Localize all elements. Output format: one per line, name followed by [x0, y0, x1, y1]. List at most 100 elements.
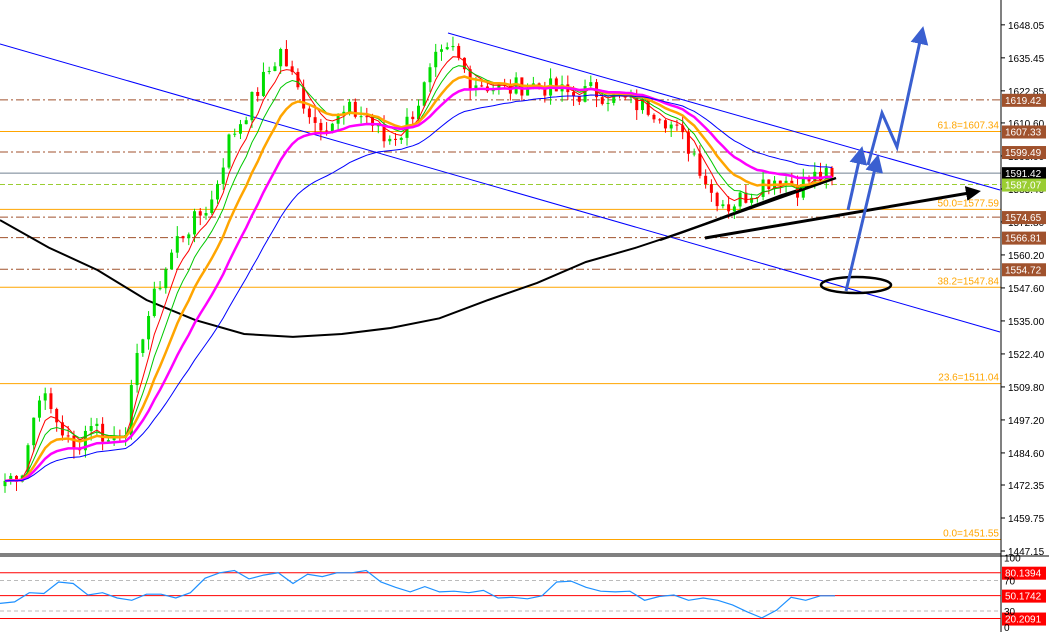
candle-body	[709, 184, 713, 193]
price-tag: 1599.49	[1005, 148, 1042, 159]
candle-body	[233, 133, 237, 135]
ma200-line	[0, 179, 831, 338]
candle-body	[692, 153, 696, 155]
candle-body	[227, 134, 231, 168]
candle-body	[66, 435, 70, 437]
candle-body	[204, 213, 208, 216]
price-chart[interactable]: 61.8=1607.34 50.0=1577.59 38.2=1547.84 23.6…	[0, 0, 1049, 632]
candle-body	[658, 119, 662, 121]
axis-tick-label: 1535.00	[1008, 317, 1045, 328]
candle-body	[141, 339, 145, 353]
candle-body	[577, 96, 581, 102]
candle-body	[325, 130, 329, 132]
candle-body	[451, 45, 455, 48]
candle-body	[152, 288, 156, 316]
axis-tick-label: 1522.40	[1008, 350, 1045, 361]
candle-body	[330, 123, 334, 132]
price-tag: 1554.72	[1005, 265, 1042, 276]
candle-body	[279, 49, 283, 67]
candle-body	[95, 423, 99, 426]
candle-body	[428, 67, 432, 83]
candle-body	[89, 425, 93, 431]
candle-body	[319, 122, 323, 131]
fib-level-label: 23.6=1511.04	[938, 373, 999, 384]
candle-body	[652, 114, 656, 120]
candle-body	[830, 167, 834, 177]
candle-body	[32, 417, 36, 446]
candle-body	[675, 124, 679, 126]
candle-body	[193, 211, 197, 235]
candle-body	[55, 408, 59, 423]
candle-body	[147, 315, 151, 340]
fib-level-label: 0.0=1451.55	[943, 528, 999, 539]
candle-body	[388, 138, 392, 142]
axis-tick-label: 1635.45	[1008, 54, 1045, 65]
candle-body	[445, 47, 449, 50]
candle-body	[158, 288, 162, 290]
candle-body	[250, 91, 254, 121]
candle-body	[727, 204, 731, 212]
rsi-tick-label: 70	[1004, 576, 1016, 587]
candle-body	[267, 70, 271, 72]
candle-body	[307, 108, 311, 118]
axis-tick-label: 1560.20	[1008, 251, 1045, 262]
bid-tag: 1591.42	[1005, 169, 1042, 180]
candle-body	[221, 167, 225, 184]
ask-tag: 1587.07	[1005, 181, 1042, 192]
candle-body	[72, 435, 76, 449]
candle-body	[244, 120, 248, 125]
ma200-polyline	[0, 179, 831, 338]
rsi-tick-label: 30	[1004, 607, 1016, 618]
candle-body	[606, 102, 610, 104]
candle-body	[348, 101, 352, 112]
candle-body	[284, 49, 288, 67]
candle-body	[187, 234, 191, 239]
candle-body	[256, 91, 260, 96]
axis-tick-label: 1547.60	[1008, 284, 1045, 295]
candle-body	[215, 183, 219, 200]
blue-zigzag-arrow	[866, 26, 929, 166]
candle-body	[663, 120, 667, 129]
candle-body	[411, 116, 415, 120]
candle-body	[302, 87, 306, 109]
candle-body	[175, 236, 179, 253]
candle-body	[135, 352, 139, 386]
ma-8-line	[4, 65, 833, 482]
candle-body	[106, 440, 110, 442]
candle-body	[480, 85, 484, 87]
axis-tick-label: 1459.75	[1008, 514, 1045, 525]
price-tag: 1619.42	[1005, 96, 1042, 107]
fib-level-label: 61.8=1607.34	[938, 120, 1000, 131]
ma-13-line	[4, 75, 833, 483]
candle-body	[198, 211, 202, 216]
candle-body	[394, 138, 398, 140]
candle-body	[732, 206, 736, 212]
candle-body	[210, 199, 214, 214]
candle-body	[434, 51, 438, 68]
candle-body	[669, 124, 673, 129]
price-tag: 1566.81	[1005, 234, 1042, 245]
candle-body	[43, 393, 47, 401]
price-tag: 1574.65	[1005, 213, 1042, 224]
candles	[3, 36, 834, 493]
candle-body	[600, 97, 604, 104]
axis-tick-label: 1472.35	[1008, 481, 1045, 492]
axis-tick-label: 1484.60	[1008, 449, 1045, 460]
candle-body	[37, 400, 41, 418]
fib-level-label: 50.0=1577.59	[938, 198, 1000, 209]
candle-body	[422, 82, 426, 106]
axis-tick-label: 1509.80	[1008, 383, 1045, 394]
candle-body	[761, 179, 765, 197]
candle-body	[49, 393, 53, 409]
level-lines: 61.8=1607.34 50.0=1577.59 38.2=1547.84 23.6…	[0, 99, 1001, 540]
candle-body	[589, 82, 593, 87]
candle-body	[359, 116, 363, 118]
candle-body	[261, 71, 265, 96]
candle-body	[181, 236, 185, 239]
candle-body	[313, 117, 317, 123]
candle-body	[457, 45, 461, 58]
price-tag: 1607.33	[1005, 127, 1042, 138]
fib-level-label: 38.2=1547.84	[938, 276, 1000, 287]
candle-body	[704, 175, 708, 185]
rsi-tick-label: 0	[1004, 623, 1010, 632]
